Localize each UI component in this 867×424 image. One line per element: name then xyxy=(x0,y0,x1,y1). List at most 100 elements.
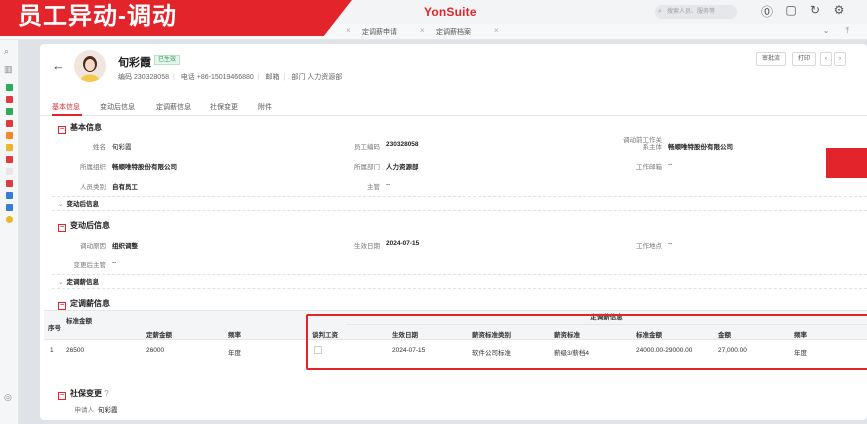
tab-close-icon[interactable]: × xyxy=(420,26,425,35)
divider xyxy=(52,274,867,275)
top-icon-group: ⓪ ▢ ↻ ⚙ xyxy=(760,3,846,20)
col-freq: 频率 xyxy=(228,332,241,339)
approval-flow-button[interactable]: 审批流 xyxy=(756,52,786,66)
collapse-icon[interactable]: − xyxy=(58,126,66,134)
left-rail: ⌕ ▥ ◎ xyxy=(0,40,19,424)
section-salary-title[interactable]: − 定调薪信息 xyxy=(58,298,110,310)
tab-salary-archive[interactable]: 定调薪档案 xyxy=(436,27,471,37)
app-icon[interactable] xyxy=(6,192,13,199)
field-label: 所属部门 xyxy=(354,164,380,171)
collapse-icon[interactable]: − xyxy=(58,224,66,232)
settings-icon[interactable]: ⚙ xyxy=(832,3,846,20)
app-icon[interactable] xyxy=(6,132,13,139)
field-value: 2024-07-15 xyxy=(386,240,420,247)
subsection-after-change[interactable]: ⌄ 变动后信息 xyxy=(58,198,99,208)
email-label: 邮箱 xyxy=(265,74,280,81)
prev-button[interactable]: ‹ xyxy=(820,52,832,66)
col-fixed-amount: 定薪金额 xyxy=(146,332,172,339)
col-seq: 序号 xyxy=(48,325,61,332)
dept-label: 部门 xyxy=(291,74,306,81)
section-basic-title[interactable]: − 基本信息 xyxy=(58,122,102,134)
search-icon[interactable]: ⌕ xyxy=(4,46,9,57)
code-label: 编码 xyxy=(118,74,132,81)
employee-name: 旬彩霞 xyxy=(118,57,151,69)
refresh-icon[interactable]: ↻ xyxy=(808,3,822,20)
app-icon[interactable] xyxy=(6,180,13,187)
print-button[interactable]: 打印 xyxy=(792,52,816,66)
cell-fixed-amount: 26000 xyxy=(146,347,165,354)
field-label: 变更后主管 xyxy=(73,262,107,269)
tab-salary-apply[interactable]: 定调薪申请 xyxy=(362,27,397,37)
field-value: -- xyxy=(112,259,117,266)
back-arrow-icon[interactable]: ← xyxy=(52,58,65,73)
screen: YonSuite ⌕ 搜索人员、服务等 ⓪ ▢ ↻ ⚙ × 定调薪申请 × 定调… xyxy=(0,0,867,424)
brand-logo: YonSuite xyxy=(424,5,477,19)
field-value: 230328058 xyxy=(386,141,419,148)
field-label: 调动原因 xyxy=(80,243,106,250)
field-label: 主管 xyxy=(367,184,380,191)
tab-salary[interactable]: 定调薪信息 xyxy=(156,102,191,112)
field-label: 工作邮箱 xyxy=(636,164,662,171)
tab-close-icon[interactable]: × xyxy=(494,26,499,35)
app-icon[interactable] xyxy=(6,168,13,175)
settings-icon[interactable]: ◎ xyxy=(4,392,12,403)
field-value: -- xyxy=(668,161,673,168)
tab-basic[interactable]: 基本信息 xyxy=(52,102,80,112)
subsection-salary[interactable]: ⌄ 定调薪信息 xyxy=(58,276,99,286)
field-label: 人员类别 xyxy=(80,184,106,191)
next-button[interactable]: › xyxy=(834,52,846,66)
phone-label: 电话 xyxy=(180,74,195,81)
global-search-input[interactable]: ⌕ 搜索人员、服务等 xyxy=(655,5,737,19)
field-label: 所属组织 xyxy=(80,164,106,171)
field-label: 调动前工作关 系主体 xyxy=(623,137,662,151)
app-icon[interactable] xyxy=(6,108,13,115)
field-label: 工作地点 xyxy=(636,243,662,250)
field-value: -- xyxy=(668,240,673,247)
code-value: 230328058 xyxy=(133,74,169,81)
field-value: 旬彩霞 xyxy=(112,144,132,151)
tabrow-tools: ⌄ ⤒ xyxy=(823,26,849,36)
highlight-frame xyxy=(306,314,867,370)
field-value: 畅顺唯特股份有限公司 xyxy=(112,164,177,171)
app-icon[interactable] xyxy=(6,120,13,127)
main-panel: ← 旬彩霞 已生效 编码 230328058 | 电话 +86-150194668… xyxy=(40,44,867,420)
chevron-down-icon[interactable]: ⌄ xyxy=(823,26,830,36)
field-value: -- xyxy=(386,181,391,188)
search-placeholder: 搜索人员、服务等 xyxy=(667,9,716,15)
app-icon[interactable] xyxy=(6,204,13,211)
divider xyxy=(52,288,867,289)
cell-seq: 1 xyxy=(50,347,54,354)
field-label: 员工编码 xyxy=(354,144,380,151)
collapse-icon[interactable]: − xyxy=(58,392,66,400)
field-value: 自有员工 xyxy=(112,184,138,191)
field-label: 姓名 xyxy=(93,144,106,151)
employee-meta: 编码 230328058 | 电话 +86-15019466880 | 邮箱 | 部门… xyxy=(118,74,343,81)
tab-social[interactable]: 社保变更 xyxy=(210,102,238,112)
dept-value: 人力资源部 xyxy=(307,74,343,81)
phone-value: +86-15019466880 xyxy=(196,74,254,81)
cell-std-amount: 26500 xyxy=(66,347,85,354)
tab-after-change[interactable]: 变动后信息 xyxy=(100,102,135,112)
collapse-icon[interactable]: − xyxy=(58,302,66,310)
divider xyxy=(52,210,867,211)
field-value: 组织调整 xyxy=(112,243,138,250)
section-social-title[interactable]: − 社保变更 ? xyxy=(58,388,109,400)
app-icon[interactable] xyxy=(6,156,13,163)
building-icon[interactable]: ▥ xyxy=(4,64,13,75)
col-std-amount: 标准金额 xyxy=(66,318,92,325)
message-icon[interactable]: ▢ xyxy=(784,3,798,20)
app-icon[interactable] xyxy=(6,84,13,91)
tab-attachments[interactable]: 附件 xyxy=(258,102,272,112)
help-icon[interactable]: ⓪ xyxy=(760,3,774,20)
avatar xyxy=(74,50,106,82)
app-icon[interactable] xyxy=(6,216,13,223)
pin-icon[interactable]: ⤒ xyxy=(845,26,849,36)
app-icon[interactable] xyxy=(6,144,13,151)
app-icon[interactable] xyxy=(6,96,13,103)
tab-close-icon[interactable]: × xyxy=(346,26,351,35)
help-icon[interactable]: ? xyxy=(104,389,108,398)
divider xyxy=(52,196,867,197)
status-badge: 已生效 xyxy=(154,55,181,65)
employee-header: ← 旬彩霞 已生效 编码 230328058 | 电话 +86-150194668… xyxy=(40,44,867,92)
section-after-title[interactable]: − 变动后信息 xyxy=(58,220,110,232)
